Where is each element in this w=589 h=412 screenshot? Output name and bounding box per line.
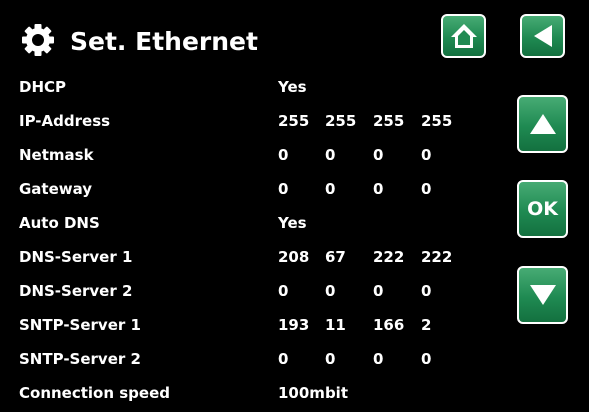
setting-label: SNTP-Server 2 bbox=[19, 350, 141, 368]
setting-value-octet-3: 166 bbox=[373, 316, 405, 334]
setting-label: DHCP bbox=[19, 78, 67, 96]
settings-row-ip-address[interactable]: IP-Address 255 255 255 255 bbox=[0, 104, 500, 138]
setting-value-octet-2: 0 bbox=[325, 180, 336, 198]
setting-value-octet-4: 0 bbox=[421, 180, 432, 198]
setting-value-octet-1: 255 bbox=[278, 112, 310, 130]
scroll-down-button[interactable] bbox=[517, 266, 568, 324]
setting-value-octet-1: 0 bbox=[278, 180, 289, 198]
settings-row-dns-server-1[interactable]: DNS-Server 1 208 67 222 222 bbox=[0, 240, 500, 274]
setting-value-octet-1: 0 bbox=[278, 282, 289, 300]
setting-label: DNS-Server 2 bbox=[19, 282, 133, 300]
home-icon bbox=[449, 22, 479, 50]
home-button[interactable] bbox=[441, 14, 486, 58]
setting-value-octet-1: 0 bbox=[278, 146, 289, 164]
setting-value-octet-2: 11 bbox=[325, 316, 346, 334]
setting-value: Yes bbox=[278, 214, 307, 232]
setting-value-octet-1: 193 bbox=[278, 316, 310, 334]
setting-value-octet-4: 0 bbox=[421, 282, 432, 300]
settings-list: DHCP Yes IP-Address 255 255 255 255 Netm… bbox=[0, 70, 500, 410]
setting-label: Auto DNS bbox=[19, 214, 100, 232]
settings-row-dhcp[interactable]: DHCP Yes bbox=[0, 70, 500, 104]
setting-label: Netmask bbox=[19, 146, 94, 164]
settings-row-gateway[interactable]: Gateway 0 0 0 0 bbox=[0, 172, 500, 206]
setting-value-octet-2: 0 bbox=[325, 146, 336, 164]
setting-value-octet-3: 0 bbox=[373, 146, 384, 164]
setting-value: Yes bbox=[278, 78, 307, 96]
setting-label: Gateway bbox=[19, 180, 93, 198]
settings-row-sntp-server-1[interactable]: SNTP-Server 1 193 11 166 2 bbox=[0, 308, 500, 342]
setting-value-octet-3: 255 bbox=[373, 112, 405, 130]
setting-value-octet-4: 222 bbox=[421, 248, 453, 266]
settings-row-connection-speed[interactable]: Connection speed 100mbit bbox=[0, 376, 500, 410]
setting-label: IP-Address bbox=[19, 112, 111, 130]
header-bar: Set. Ethernet bbox=[0, 0, 589, 70]
setting-value-octet-4: 0 bbox=[421, 350, 432, 368]
page-title: Set. Ethernet bbox=[70, 27, 258, 56]
setting-label: Connection speed bbox=[19, 384, 171, 402]
setting-label: DNS-Server 1 bbox=[19, 248, 133, 266]
setting-value-octet-2: 0 bbox=[325, 282, 336, 300]
settings-row-dns-server-2[interactable]: DNS-Server 2 0 0 0 0 bbox=[0, 274, 500, 308]
setting-value: 100mbit bbox=[278, 384, 348, 402]
settings-row-auto-dns[interactable]: Auto DNS Yes bbox=[0, 206, 500, 240]
setting-value-octet-3: 0 bbox=[373, 350, 384, 368]
setting-value-octet-4: 2 bbox=[421, 316, 432, 334]
setting-value-octet-3: 0 bbox=[373, 282, 384, 300]
ok-button[interactable]: OK bbox=[517, 180, 568, 238]
settings-row-sntp-server-2[interactable]: SNTP-Server 2 0 0 0 0 bbox=[0, 342, 500, 376]
ok-button-label: OK bbox=[527, 197, 558, 220]
back-arrow-icon bbox=[531, 23, 555, 49]
setting-value-octet-3: 0 bbox=[373, 180, 384, 198]
setting-value-octet-4: 255 bbox=[421, 112, 453, 130]
setting-value-octet-4: 0 bbox=[421, 146, 432, 164]
setting-value-octet-3: 222 bbox=[373, 248, 405, 266]
arrow-down-icon bbox=[528, 283, 558, 307]
setting-value-octet-1: 208 bbox=[278, 248, 310, 266]
arrow-up-icon bbox=[528, 112, 558, 136]
setting-value-octet-2: 255 bbox=[325, 112, 357, 130]
settings-screen: Set. Ethernet OK DHCP Yes IP-Address 255… bbox=[0, 0, 589, 412]
setting-value-octet-2: 67 bbox=[325, 248, 346, 266]
gear-icon bbox=[20, 22, 56, 58]
setting-label: SNTP-Server 1 bbox=[19, 316, 141, 334]
setting-value-octet-1: 0 bbox=[278, 350, 289, 368]
back-button[interactable] bbox=[520, 14, 565, 58]
scroll-up-button[interactable] bbox=[517, 95, 568, 153]
settings-row-netmask[interactable]: Netmask 0 0 0 0 bbox=[0, 138, 500, 172]
setting-value-octet-2: 0 bbox=[325, 350, 336, 368]
